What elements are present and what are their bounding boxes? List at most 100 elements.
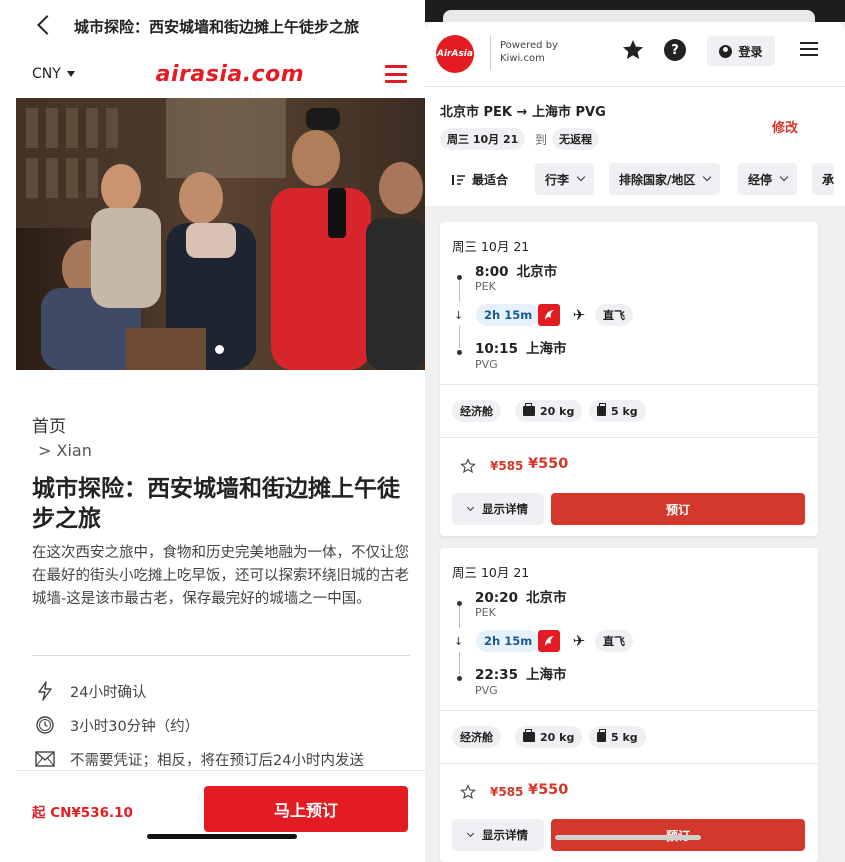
- timeline-line: [459, 652, 460, 674]
- feature-text: 不需要凭证；相反，将在预订后24小时内发送: [70, 752, 364, 769]
- timeline-dot: [457, 676, 462, 681]
- timeline-line: [459, 326, 460, 348]
- edit-search-link[interactable]: 修改: [772, 117, 798, 136]
- divider: [440, 437, 818, 438]
- show-details-button[interactable]: 显示详情: [452, 819, 544, 851]
- chevron-down-icon: [779, 172, 789, 182]
- duration-badge: 2h 15m: [476, 630, 541, 652]
- feature-voucher: 不需要凭证；相反，将在预订后24小时内发送: [34, 748, 364, 770]
- filter-label: 排除国家/地区: [619, 172, 696, 187]
- flight-card[interactable]: 周三 10月 21 8:00 北京市 PEK ↓ 2h 15m ✈ 直飞 10:1…: [440, 222, 818, 536]
- arrival-code: PVG: [475, 684, 498, 697]
- hamburger-menu-icon[interactable]: [385, 65, 407, 83]
- tour-detail-screen: 城市探险：西安城墙和街边摊上午徒步之旅 CNY airasia.com 首页 >…: [16, 0, 425, 862]
- browser-chrome: [425, 0, 845, 26]
- return-date-chip[interactable]: 无返程: [552, 128, 599, 150]
- powered-line: Powered by: [500, 40, 558, 51]
- back-arrow-icon[interactable]: [32, 13, 58, 39]
- price: ¥550: [528, 782, 569, 798]
- flight-card[interactable]: 周三 10月 21 20:20 北京市 PEK ↓ 2h 15m ✈ 直飞 22:…: [440, 548, 818, 862]
- site-header: CNY airasia.com: [16, 52, 425, 96]
- carousel-dot[interactable]: [215, 345, 224, 354]
- departure-date-chip[interactable]: 周三 10月 21: [440, 128, 526, 150]
- departure-time: 20:20 北京市: [475, 590, 567, 606]
- tour-photo[interactable]: [16, 98, 425, 370]
- book-button[interactable]: 预订: [551, 493, 805, 525]
- login-button[interactable]: 登录: [707, 36, 775, 66]
- filter-label: 行李: [545, 172, 570, 187]
- filter-bar: 最适合 行李 排除国家/地区 经停 承: [425, 163, 845, 195]
- arrow-down-icon: ↓: [454, 635, 464, 648]
- powered-by-kiwi: Powered by Kiwi.com: [500, 39, 558, 65]
- chevron-down-icon: [466, 829, 475, 838]
- bag-icon: [597, 729, 606, 742]
- feature-duration: 3小时30分钟（约）: [34, 714, 199, 736]
- arrow-down-icon: ↓: [454, 309, 464, 322]
- chevron-down-icon: [703, 172, 712, 182]
- cabin-bag-badge: 5 kg: [589, 400, 646, 422]
- bag-icon: [597, 403, 606, 416]
- top-bar: 城市探险：西安城墙和街边摊上午徒步之旅: [16, 0, 425, 52]
- chevron-down-icon: [576, 172, 586, 182]
- clock-icon: [34, 714, 56, 736]
- airasia-logo[interactable]: AirAsia: [436, 35, 474, 73]
- currency-selector[interactable]: CNY: [32, 66, 75, 82]
- star-icon[interactable]: [621, 38, 645, 62]
- breadcrumb-home[interactable]: 首页: [32, 412, 66, 437]
- site-header: AirAsia Powered by Kiwi.com ? 登录: [425, 22, 845, 86]
- flight-date: 周三 10月 21: [452, 565, 530, 580]
- filter-stops[interactable]: 经停: [738, 163, 798, 195]
- feature-text: 3小时30分钟（约）: [70, 718, 200, 735]
- filter-exclude-countries[interactable]: 排除国家/地区: [609, 163, 721, 195]
- feature-confirmation: 24小时确认: [34, 680, 146, 702]
- arrival-time: 10:15 上海市: [475, 341, 567, 357]
- duration-badge: 2h 15m: [476, 304, 541, 326]
- envelope-icon: [34, 748, 56, 770]
- page-title: 城市探险：西安城墙和街边摊上午徒步之旅: [74, 17, 360, 36]
- book-now-button[interactable]: 马上预订: [204, 786, 408, 832]
- chevron-down-icon: [466, 503, 475, 512]
- suitcase-icon: [523, 729, 535, 742]
- to-label: 到: [535, 133, 548, 147]
- airline-logo-icon: [538, 630, 560, 652]
- divider: [32, 655, 410, 656]
- filter-baggage[interactable]: 行李: [535, 163, 595, 195]
- star-outline-icon[interactable]: [460, 458, 476, 474]
- plane-icon: ✈: [572, 306, 586, 324]
- home-indicator: [147, 834, 297, 839]
- route-text: 北京市 PEK → 上海市 PVG: [440, 105, 606, 120]
- show-details-button[interactable]: 显示详情: [452, 493, 544, 525]
- star-outline-icon[interactable]: [460, 784, 476, 800]
- arrival-code: PVG: [475, 358, 498, 371]
- divider: [440, 710, 818, 711]
- kiwi-line: Kiwi.com: [500, 53, 545, 64]
- help-icon[interactable]: ?: [664, 39, 686, 61]
- sort-button[interactable]: 最适合: [452, 171, 508, 188]
- divider: [490, 36, 491, 70]
- breadcrumb-city[interactable]: > Xian: [38, 441, 92, 460]
- home-indicator: [555, 835, 701, 840]
- airline-logo-icon: [538, 304, 560, 326]
- filter-carriers[interactable]: 承: [812, 163, 835, 195]
- lightning-icon: [34, 680, 56, 702]
- departure-code: PEK: [475, 606, 496, 619]
- user-icon: [719, 44, 733, 58]
- hamburger-menu-icon[interactable]: [800, 42, 818, 56]
- filter-label: 经停: [748, 172, 773, 187]
- flight-date: 周三 10月 21: [452, 239, 530, 254]
- departure-code: PEK: [475, 280, 496, 293]
- divider: [440, 763, 818, 764]
- checked-bag-badge: 20 kg: [515, 400, 583, 422]
- caret-down-icon: [66, 71, 75, 77]
- checked-bag-badge: 20 kg: [515, 726, 583, 748]
- timeline-dot: [457, 350, 462, 355]
- direct-badge: 直飞: [595, 304, 633, 326]
- airasia-logo[interactable]: airasia.com: [156, 62, 305, 87]
- feature-text: 24小时确认: [70, 684, 147, 701]
- cabin-bag-badge: 5 kg: [589, 726, 646, 748]
- price-from: 起 CN¥536.10: [32, 805, 133, 821]
- timeline-line: [459, 280, 460, 302]
- tour-description: 在这次西安之旅中，食物和历史完美地融为一体，不仅让您在最好的街头小吃摊上吃早饭，…: [32, 545, 409, 607]
- login-label: 登录: [738, 44, 763, 59]
- search-summary: 北京市 PEK → 上海市 PVG 修改 周三 10月 21 到 无返程 最适合…: [425, 86, 845, 206]
